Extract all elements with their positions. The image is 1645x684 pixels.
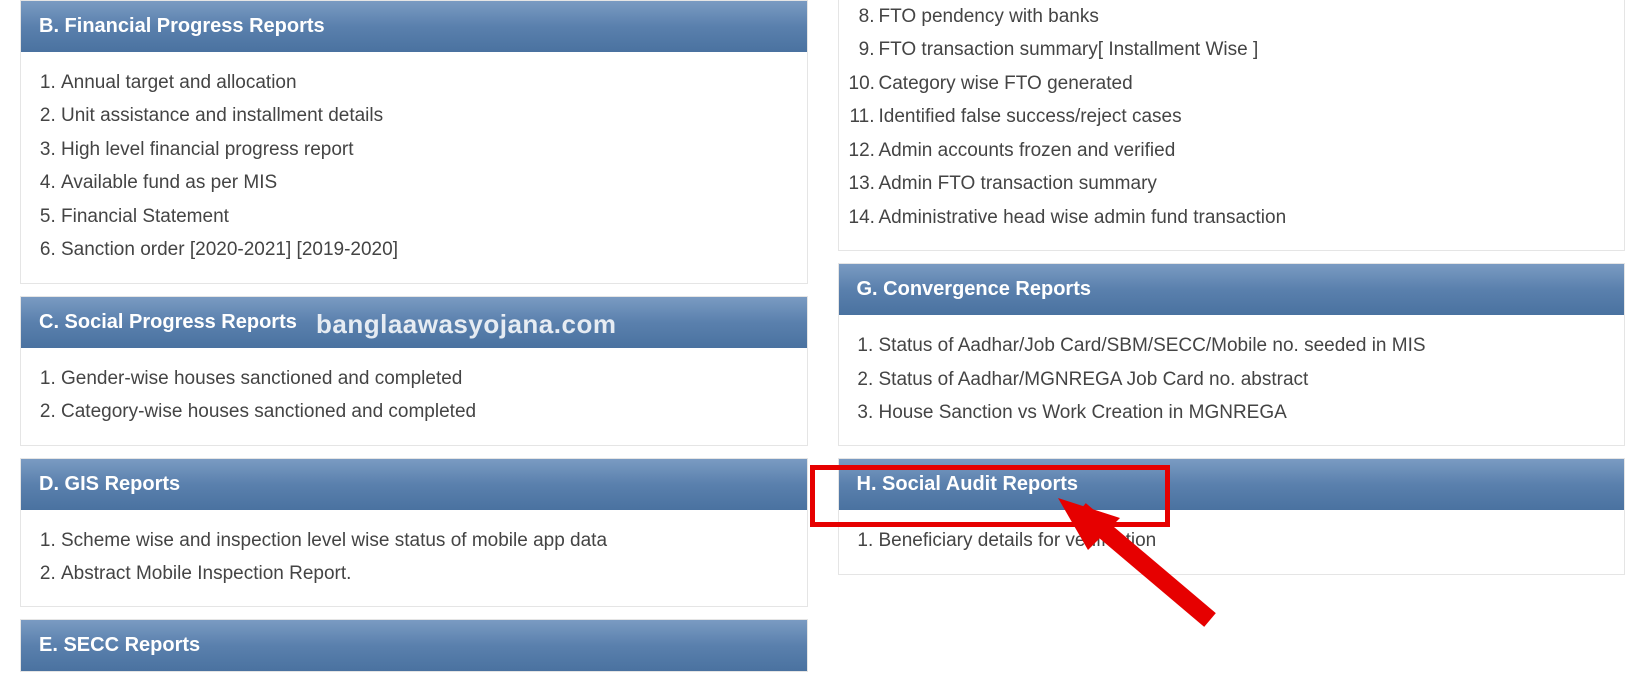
panel-social-progress: C. Social Progress Reports banglaawasyoj… (20, 296, 808, 446)
panel-header-c: C. Social Progress Reports banglaawasyoj… (21, 297, 807, 348)
report-link[interactable]: Sanction order [2020-2021] [2019-2020] (61, 233, 789, 266)
panel-financial-progress: B. Financial Progress Reports Annual tar… (20, 0, 808, 284)
panel-header-b: B. Financial Progress Reports (21, 1, 807, 52)
report-link[interactable]: Unit assistance and installment details (61, 99, 789, 132)
report-link[interactable]: House Sanction vs Work Creation in MGNRE… (879, 396, 1607, 429)
list-social-progress: Gender-wise houses sanctioned and comple… (61, 362, 789, 429)
list-fto-continuation: FTO pendency with banks FTO transaction … (879, 0, 1607, 234)
report-link[interactable]: Administrative head wise admin fund tran… (879, 201, 1607, 234)
report-link[interactable]: Identified false success/reject cases (879, 100, 1607, 133)
panel-header-d: D. GIS Reports (21, 459, 807, 510)
panel-convergence: G. Convergence Reports Status of Aadhar/… (838, 263, 1626, 446)
watermark-text: banglaawasyojana.com (316, 309, 616, 340)
list-convergence: Status of Aadhar/Job Card/SBM/SECC/Mobil… (879, 329, 1607, 429)
panel-title-text: C. Social Progress Reports (39, 311, 297, 333)
report-link[interactable]: Annual target and allocation (61, 66, 789, 99)
report-link[interactable]: High level financial progress report (61, 133, 789, 166)
report-link[interactable]: Status of Aadhar/MGNREGA Job Card no. ab… (879, 363, 1607, 396)
panel-gis: D. GIS Reports Scheme wise and inspectio… (20, 458, 808, 608)
list-financial-progress: Annual target and allocation Unit assist… (61, 66, 789, 267)
report-link[interactable]: Admin accounts frozen and verified (879, 134, 1607, 167)
report-link[interactable]: Admin FTO transaction summary (879, 167, 1607, 200)
panel-secc: E. SECC Reports (20, 619, 808, 672)
report-link[interactable]: FTO transaction summary[ Installment Wis… (879, 33, 1607, 66)
report-link[interactable]: Financial Statement (61, 200, 789, 233)
report-link[interactable]: Status of Aadhar/Job Card/SBM/SECC/Mobil… (879, 329, 1607, 362)
report-link-beneficiary-details[interactable]: Beneficiary details for verification (879, 524, 1607, 557)
report-link[interactable]: Gender-wise houses sanctioned and comple… (61, 362, 789, 395)
report-link[interactable]: Available fund as per MIS (61, 166, 789, 199)
panel-header-e: E. SECC Reports (21, 620, 807, 671)
list-gis: Scheme wise and inspection level wise st… (61, 524, 789, 591)
report-link[interactable]: FTO pendency with banks (879, 0, 1607, 33)
panel-header-h: H. Social Audit Reports (839, 459, 1625, 510)
report-link[interactable]: Scheme wise and inspection level wise st… (61, 524, 789, 557)
panel-continuation: FTO pendency with banks FTO transaction … (838, 0, 1626, 251)
panel-header-g: G. Convergence Reports (839, 264, 1625, 315)
report-link[interactable]: Category wise FTO generated (879, 67, 1607, 100)
left-column: B. Financial Progress Reports Annual tar… (20, 0, 808, 684)
report-link[interactable]: Category-wise houses sanctioned and comp… (61, 395, 789, 428)
list-social-audit: Beneficiary details for verification (879, 524, 1607, 557)
right-column: FTO pendency with banks FTO transaction … (838, 0, 1626, 684)
report-link[interactable]: Abstract Mobile Inspection Report. (61, 557, 789, 590)
panel-social-audit: H. Social Audit Reports Beneficiary deta… (838, 458, 1626, 574)
